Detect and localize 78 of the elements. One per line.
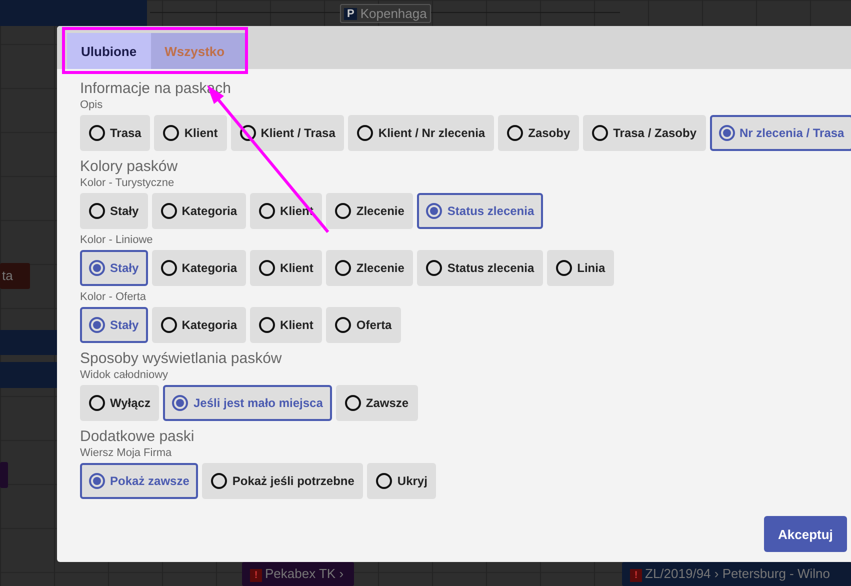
radio-icon bbox=[259, 260, 276, 276]
radio-option[interactable]: Kategoria bbox=[152, 250, 246, 286]
timeline-bar[interactable]: ta bbox=[0, 263, 30, 289]
group-label: Kolor - Liniowe bbox=[80, 233, 154, 247]
radio-icon bbox=[89, 125, 105, 141]
radio-icon bbox=[426, 260, 442, 276]
accept-button[interactable]: Akceptuj bbox=[764, 516, 847, 552]
radio-icon bbox=[163, 125, 180, 141]
radio-option[interactable]: Zlecenie bbox=[326, 193, 414, 229]
group-label: Opis bbox=[80, 98, 104, 112]
place-label: Kopenhaga bbox=[360, 6, 427, 21]
radio-icon bbox=[592, 125, 608, 141]
radio-icon bbox=[89, 260, 105, 276]
group-label: Widok całodniowy bbox=[80, 368, 170, 382]
radio-option[interactable]: Trasa bbox=[80, 115, 150, 151]
radio-option[interactable]: Klient bbox=[154, 115, 227, 151]
radio-option[interactable]: Klient / Trasa bbox=[230, 115, 344, 151]
radio-icon bbox=[344, 395, 361, 411]
radio-option[interactable]: Kategoria bbox=[152, 307, 246, 343]
bar-label: Pekabex TK › bbox=[265, 566, 344, 581]
section-title: Dodatkowe paski bbox=[80, 428, 196, 446]
radio-option[interactable]: Nr zlecenia / Trasa bbox=[710, 115, 851, 151]
radio-icon bbox=[89, 203, 105, 219]
radio-icon bbox=[376, 473, 392, 489]
radio-option[interactable]: Kategoria bbox=[152, 193, 246, 229]
parking-icon: P bbox=[344, 8, 358, 20]
radio-option[interactable]: Zawsze bbox=[336, 385, 418, 421]
group-label: Wiersz Moja Firma bbox=[80, 446, 173, 460]
section-title: Kolory pasków bbox=[80, 158, 179, 176]
radio-icon bbox=[211, 473, 228, 489]
timeline-bar[interactable] bbox=[0, 462, 8, 488]
radio-icon bbox=[335, 317, 352, 333]
group-label: Kolor - Turystyczne bbox=[80, 176, 176, 190]
radio-icon bbox=[335, 203, 352, 219]
timeline-bar bbox=[0, 330, 57, 355]
radio-icon bbox=[160, 203, 177, 219]
radio-icon bbox=[259, 203, 276, 219]
radio-icon bbox=[89, 395, 105, 411]
radio-icon bbox=[259, 317, 276, 333]
radio-option[interactable]: Status zlecenia bbox=[417, 250, 544, 286]
radio-icon bbox=[357, 125, 374, 141]
radio-option[interactable]: Stały bbox=[80, 250, 148, 286]
tab[interactable]: Ulubione bbox=[67, 33, 151, 69]
radio-icon bbox=[172, 395, 188, 411]
radio-option[interactable]: Jeśli jest mało miejsca bbox=[163, 385, 332, 421]
radio-option[interactable]: Zasoby bbox=[498, 115, 580, 151]
radio-option[interactable]: Klient bbox=[250, 250, 322, 286]
radio-option[interactable]: Pokaż jeśli potrzebne bbox=[202, 463, 364, 499]
radio-icon bbox=[718, 125, 734, 141]
radio-option[interactable]: Status zlecenia bbox=[417, 193, 544, 229]
radio-option[interactable]: Stały bbox=[80, 193, 148, 229]
radio-icon bbox=[89, 473, 105, 489]
radio-icon bbox=[240, 125, 256, 141]
timeline-bar[interactable]: ! Pekabex TK › bbox=[242, 562, 354, 586]
radio-icon bbox=[89, 317, 105, 333]
radio-option[interactable]: Ukryj bbox=[367, 463, 436, 499]
radio-option[interactable]: Trasa / Zasoby bbox=[583, 115, 706, 151]
timeline-bar bbox=[0, 362, 57, 388]
radio-icon bbox=[160, 317, 177, 333]
radio-icon bbox=[335, 260, 352, 276]
radio-option[interactable]: Klient bbox=[250, 307, 322, 343]
radio-option[interactable]: Stały bbox=[80, 307, 148, 343]
radio-option[interactable]: Oferta bbox=[326, 307, 401, 343]
warning-icon: ! bbox=[250, 569, 262, 582]
radio-option[interactable]: Wyłącz bbox=[80, 385, 160, 421]
radio-icon bbox=[507, 125, 524, 141]
timeline-bar[interactable]: ! ZL/2019/94 › Petersburg - Wilno bbox=[622, 562, 851, 586]
radio-icon bbox=[426, 203, 442, 219]
radio-option[interactable]: Linia bbox=[547, 250, 614, 286]
radio-option[interactable]: Klient / Nr zlecenia bbox=[348, 115, 494, 151]
radio-option[interactable]: Zlecenie bbox=[326, 250, 414, 286]
group-label: Kolor - Oferta bbox=[80, 290, 148, 304]
warning-icon: ! bbox=[630, 569, 642, 582]
radio-icon bbox=[160, 260, 177, 276]
section-title: Sposoby wyświetlania pasków bbox=[80, 350, 283, 368]
radio-icon bbox=[556, 260, 572, 276]
bar-label: ZL/2019/94 › Petersburg - Wilno bbox=[645, 566, 830, 581]
radio-option[interactable]: Pokaż zawsze bbox=[80, 463, 198, 499]
